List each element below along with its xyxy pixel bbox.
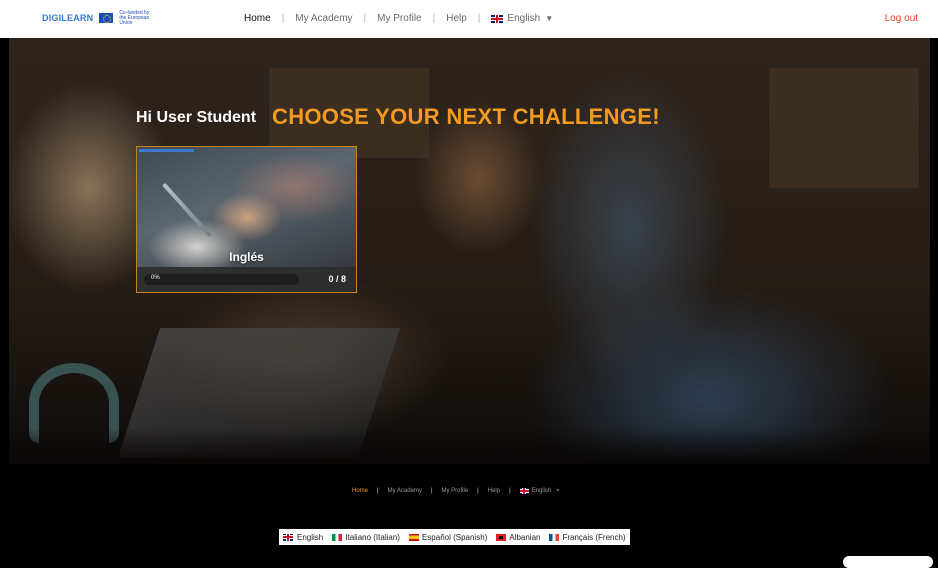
footer-nav-separator: | <box>377 488 379 494</box>
site-logo[interactable]: DIGILEARN Co-funded by the European Unio… <box>42 9 151 26</box>
nav-separator: | <box>281 13 285 24</box>
greeting-text: Hi User Student <box>136 109 257 126</box>
language-option-label: English <box>297 532 324 542</box>
footer-nav-separator: | <box>509 488 511 494</box>
logo-text: DIGILEARN <box>42 13 94 23</box>
nav-help[interactable]: Help <box>446 13 467 24</box>
nav-my-profile[interactable]: My Profile <box>377 13 421 24</box>
nav-separator: | <box>477 13 481 24</box>
main-nav: Home | My Academy | My Profile | Help | … <box>244 13 553 24</box>
language-dropdown[interactable]: English ▼ <box>491 13 553 24</box>
france-flag-icon <box>549 533 560 541</box>
course-title: Inglés <box>229 250 264 264</box>
uk-flag-icon <box>519 488 529 494</box>
footer-nav-separator: | <box>477 488 479 494</box>
language-option-label: Français (French) <box>562 532 626 542</box>
nav-separator: | <box>363 13 367 24</box>
language-label: English <box>507 13 541 24</box>
footer-language-dropdown[interactable]: English ▼ <box>519 488 561 494</box>
eu-funding-text: Co-funded by the European Union <box>119 9 150 26</box>
footer-nav-my-academy[interactable]: My Academy <box>388 488 422 494</box>
language-selector-bar: English Italiano (Italian) Español (Span… <box>279 529 630 545</box>
logout-link[interactable]: Log out <box>885 13 918 24</box>
italy-flag-icon <box>332 533 343 541</box>
caret-down-icon: ▼ <box>545 14 554 23</box>
progress-bar: 0% <box>144 274 299 285</box>
card-accent-bar <box>139 149 194 152</box>
footer-language-label: English <box>531 488 552 494</box>
spain-flag-icon <box>408 533 419 541</box>
footer-nav: Home | My Academy | My Profile | Help | … <box>352 488 560 494</box>
progress-percent: 0% <box>151 275 160 281</box>
language-option-label: Español (Spanish) <box>421 532 488 542</box>
uk-flag-icon <box>491 14 504 23</box>
caret-down-icon: ▼ <box>555 488 561 494</box>
course-progress-footer: 0% 0 / 8 <box>137 267 356 292</box>
chat-widget-button[interactable] <box>843 556 933 568</box>
footer-nav-separator: | <box>430 488 433 494</box>
footer-nav-home[interactable]: Home <box>352 488 368 494</box>
language-option-spanish[interactable]: Español (Spanish) <box>408 532 488 542</box>
footer-nav-my-profile[interactable]: My Profile <box>442 488 469 494</box>
nav-home[interactable]: Home <box>244 13 271 24</box>
uk-flag-icon <box>283 533 293 541</box>
nav-my-academy[interactable]: My Academy <box>295 13 352 24</box>
language-option-french[interactable]: Français (French) <box>549 532 626 542</box>
language-option-label: Albanian <box>509 532 541 542</box>
background-bookshelf <box>769 68 919 188</box>
language-option-english[interactable]: English <box>283 533 323 542</box>
top-navbar: DIGILEARN Co-funded by the European Unio… <box>0 0 938 38</box>
progress-count: 0 / 8 <box>328 274 346 284</box>
course-card[interactable]: Inglés 0% 0 / 8 <box>136 146 357 293</box>
hero-fade <box>9 428 930 464</box>
albania-flag-icon <box>496 533 507 541</box>
pen-writing-image <box>162 182 212 238</box>
language-option-label: Italiano (Italian) <box>345 532 400 542</box>
eu-flag-icon <box>99 13 114 23</box>
page-headline: CHOOSE YOUR NEXT CHALLENGE! <box>272 104 660 129</box>
language-option-italian[interactable]: Italiano (Italian) <box>332 533 400 542</box>
footer-nav-help[interactable]: Help <box>488 488 500 494</box>
language-option-albanian[interactable]: Albanian <box>496 533 540 542</box>
nav-separator: | <box>432 13 436 24</box>
